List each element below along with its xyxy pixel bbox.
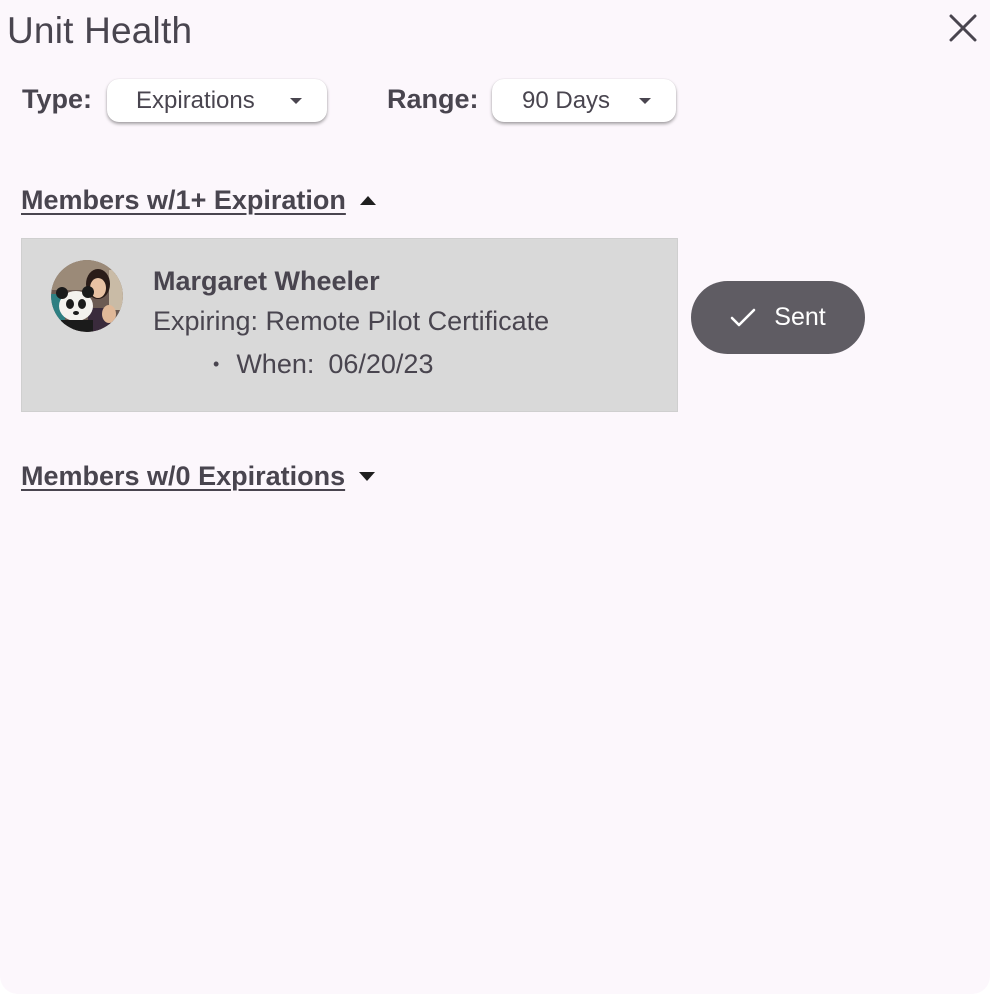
bullet: • bbox=[213, 354, 220, 374]
caret-down-icon bbox=[290, 98, 302, 104]
member-when-row: • When: 06/20/23 bbox=[213, 349, 433, 380]
type-dropdown-value: Expirations bbox=[136, 86, 255, 114]
range-dropdown-value: 90 Days bbox=[522, 86, 611, 114]
avatar bbox=[51, 260, 123, 332]
type-label: Type: bbox=[22, 84, 93, 114]
sent-button[interactable]: Sent bbox=[691, 281, 865, 354]
range-label: Range: bbox=[387, 84, 479, 114]
section-header-no-expirations[interactable]: Members w/0 Expirations bbox=[21, 461, 376, 492]
close-icon bbox=[949, 14, 977, 42]
check-icon bbox=[730, 308, 756, 326]
when-value: 06/20/23 bbox=[328, 349, 434, 379]
type-dropdown[interactable]: Expirations bbox=[107, 79, 327, 122]
section-header-label: Members w/1+ Expiration bbox=[21, 185, 346, 215]
sent-button-label: Sent bbox=[774, 303, 826, 331]
section-header-label: Members w/0 Expirations bbox=[21, 461, 346, 491]
triangle-up-icon bbox=[359, 196, 376, 205]
when-label: When: bbox=[236, 349, 315, 379]
section-header-with-expirations[interactable]: Members w/1+ Expiration bbox=[21, 185, 376, 216]
caret-down-icon bbox=[639, 98, 651, 104]
dialog-title: Unit Health bbox=[7, 10, 193, 51]
range-dropdown[interactable]: 90 Days bbox=[492, 79, 676, 122]
unit-health-dialog: Unit Health Type: Expirations Range: 90 … bbox=[0, 0, 990, 994]
member-expiring-text: Expiring: Remote Pilot Certificate bbox=[153, 306, 550, 336]
triangle-down-icon bbox=[359, 472, 376, 481]
member-name: Margaret Wheeler bbox=[153, 266, 380, 296]
member-card[interactable]: Margaret Wheeler Expiring: Remote Pilot … bbox=[21, 238, 678, 412]
close-button[interactable] bbox=[943, 8, 983, 48]
